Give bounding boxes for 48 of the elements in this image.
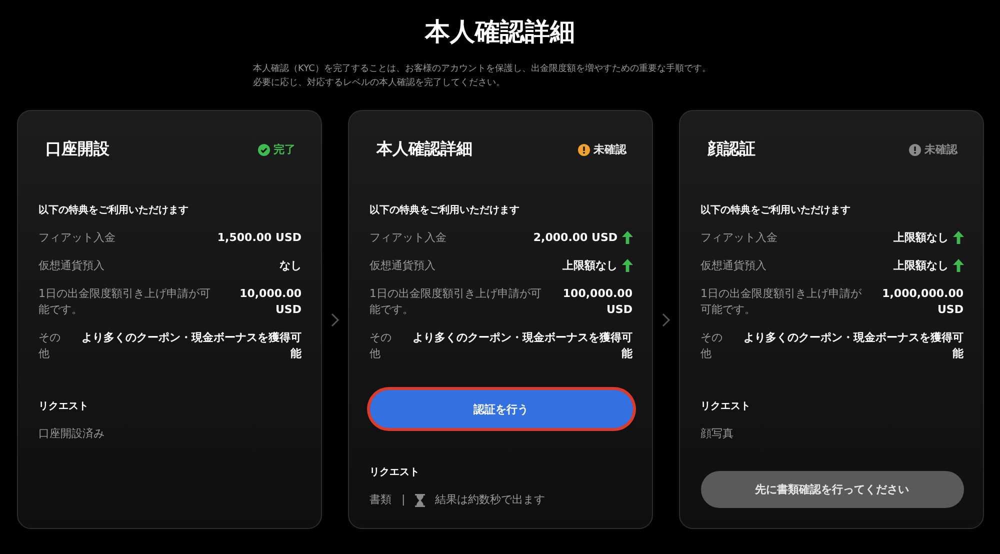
request-item: 書類 (370, 492, 392, 508)
benefit-value: より多くのクーポン・現金ボーナスを獲得可能 (80, 330, 302, 362)
section-heading: 以下の特典をご利用いただけます (38, 204, 190, 218)
benefit-label: 仮想通貨預入 (700, 258, 768, 274)
request-note: 結果は約数秒で出ます (435, 492, 546, 508)
benefit-label: その他 (700, 330, 724, 362)
benefit-label: フィアット入金 (370, 230, 448, 246)
chevron-right-icon (660, 312, 670, 326)
card-title: 口座開設 (46, 139, 110, 160)
benefit-label: その他 (38, 330, 62, 362)
section-heading: リクエスト (38, 400, 90, 414)
benefit-value: 1,500.00 USD (217, 230, 302, 246)
status-label: 未確認 (594, 142, 626, 157)
chevron-right-icon (330, 312, 340, 326)
benefit-value: 1,000,000.00 USD (881, 286, 964, 318)
benefit-value: より多くのクーポン・現金ボーナスを獲得可能 (412, 330, 632, 362)
description-text: 本人確認（KYC）を完了することは、お客様のアカウントを保護し、出金限度額を増やすための重要な手順です。 (253, 62, 711, 76)
benefit-label: フィアット入金 (38, 230, 116, 246)
request-item: 顔写真 (700, 426, 734, 442)
benefit-value: 100,000.00 USD (562, 286, 632, 318)
benefit-label: フィアット入金 (700, 230, 778, 246)
benefit-value: 上限額なし (562, 258, 618, 274)
benefit-value: 10,000.00 USD (238, 286, 302, 318)
benefit-label: 仮想通貨預入 (38, 258, 106, 274)
benefit-value: 上限額なし (894, 258, 948, 274)
status-label: 未確認 (924, 142, 958, 157)
benefit-label: 仮想通貨預入 (370, 258, 436, 274)
benefit-value: 2,000.00 USD (533, 230, 618, 246)
page-title: 本人確認詳細 (425, 16, 575, 48)
section-heading: リクエスト (700, 400, 752, 414)
section-heading: リクエスト (370, 466, 420, 480)
hourglass-icon (415, 494, 426, 506)
benefit-label: その他 (370, 330, 392, 362)
card-title: 顔認証 (708, 139, 756, 160)
verify-button[interactable]: 認証を行う (370, 390, 632, 428)
request-item: 口座開設済み (38, 426, 104, 442)
benefit-value: より多くのクーポン・現金ボーナスを獲得可能 (742, 330, 964, 362)
benefit-value: 上限額なし (894, 230, 948, 246)
section-heading: 以下の特典をご利用いただけます (700, 204, 852, 218)
section-heading: 以下の特典をご利用いただけます (370, 204, 520, 218)
benefit-value: なし (280, 258, 302, 274)
description-text: 必要に応じ、対応するレベルの本人確認を完了してください。 (253, 76, 505, 90)
separator: | (402, 492, 406, 508)
benefit-label: 1日の出金限度額引き上げ申請が可能です。 (370, 286, 542, 318)
card-title: 本人確認詳細 (376, 139, 472, 160)
benefit-label: 1日の出金限度額引き上げ申請が可能です。 (38, 286, 212, 318)
status-label: 完了 (274, 142, 296, 157)
benefit-label: 1日の出金限度額引き上げ申請が可能です。 (700, 286, 862, 318)
